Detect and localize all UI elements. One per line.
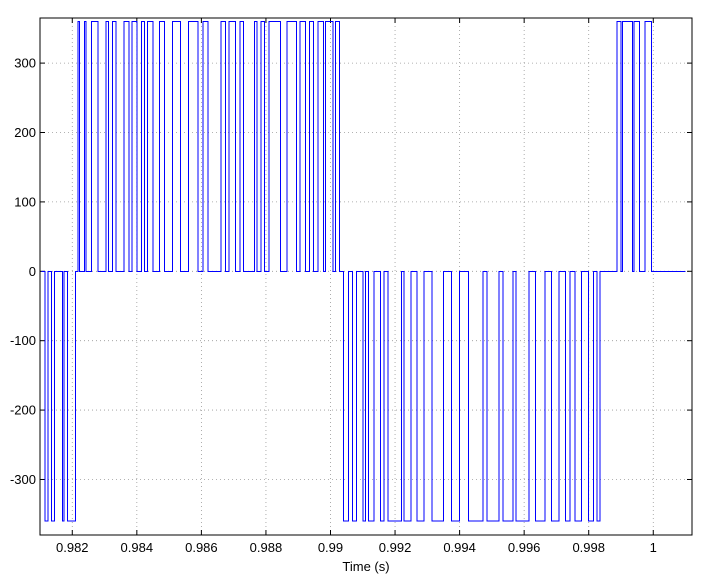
x-tick-label: 0.982 bbox=[56, 540, 89, 555]
x-tick-label: 0.99 bbox=[318, 540, 343, 555]
x-tick-label: 0.992 bbox=[379, 540, 412, 555]
y-tick-label: 100 bbox=[14, 194, 36, 209]
x-tick-label: 0.994 bbox=[443, 540, 476, 555]
y-tick-label: 300 bbox=[14, 56, 36, 71]
x-tick-label: 0.986 bbox=[185, 540, 218, 555]
y-tick-label: 0 bbox=[29, 264, 36, 279]
x-tick-label: 0.988 bbox=[250, 540, 283, 555]
y-tick-label: -300 bbox=[10, 472, 36, 487]
x-tick-label: 0.996 bbox=[508, 540, 541, 555]
y-tick-label: 200 bbox=[14, 125, 36, 140]
chart: 0.982 0.984 0.986 0.988 0.99 0.992 0.994 0.996 0… bbox=[0, 0, 704, 578]
y-tick-label: -100 bbox=[10, 333, 36, 348]
x-axis-label: Time (s) bbox=[342, 559, 389, 574]
x-tick-label: 0.998 bbox=[572, 540, 605, 555]
x-tick-label: 0.984 bbox=[121, 540, 154, 555]
y-tick-label: -200 bbox=[10, 403, 36, 418]
x-tick-label: 1 bbox=[650, 540, 657, 555]
